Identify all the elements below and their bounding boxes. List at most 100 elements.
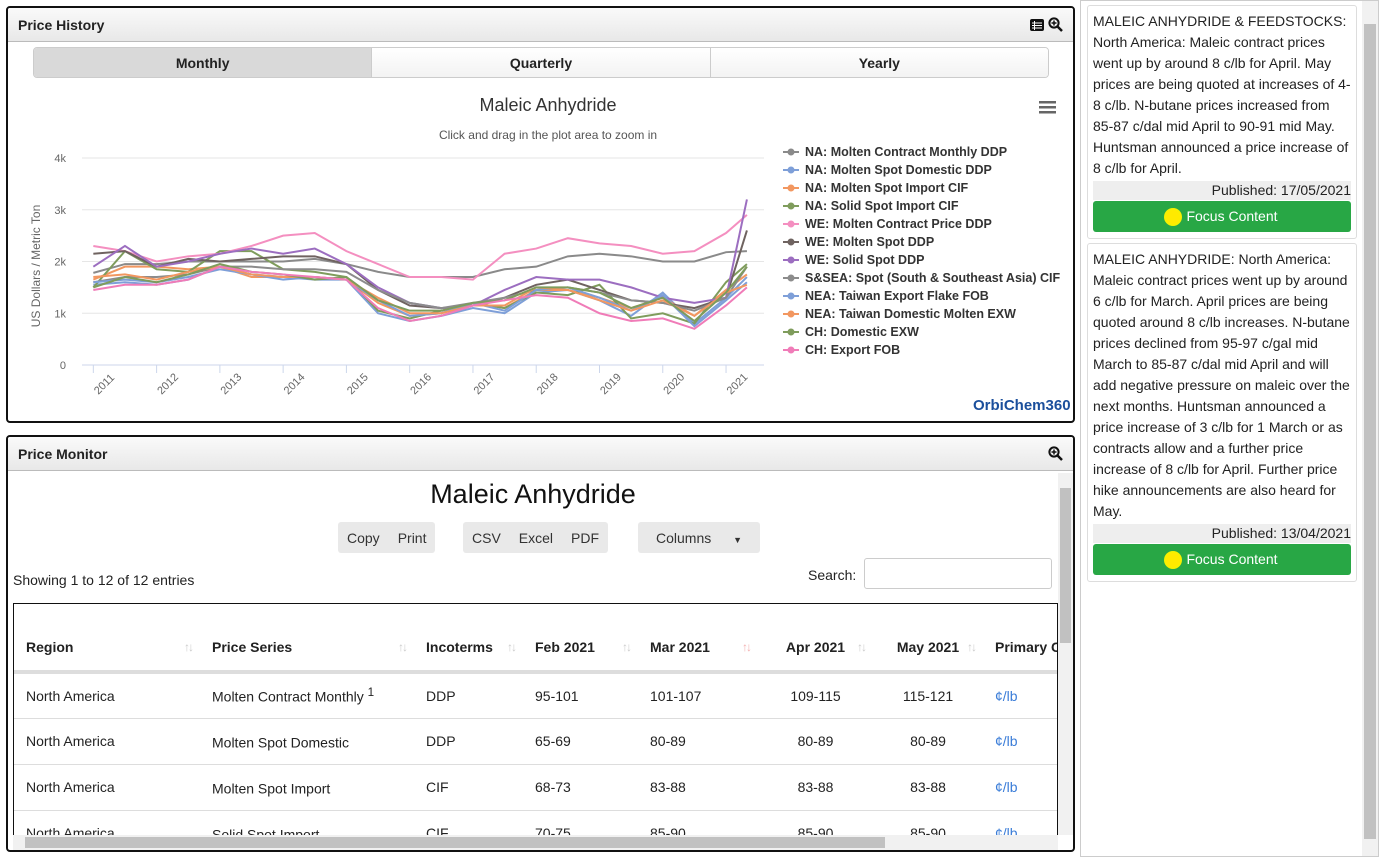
y-tick-label: 1k xyxy=(54,308,66,320)
legend-item[interactable]: CH: Export FOB xyxy=(783,341,1060,359)
chart-legend: NA: Molten Contract Monthly DDP NA: Molte… xyxy=(783,143,1060,359)
cell-may: 85-90 xyxy=(873,810,983,835)
export-group: CSV Excel PDF xyxy=(463,522,609,553)
cell-may: 80-89 xyxy=(873,718,983,765)
cell-series: Molten Spot Domestic xyxy=(200,718,414,765)
x-tick-label: 2014 xyxy=(282,371,308,397)
cell-unit-link[interactable]: ¢/lb xyxy=(983,764,1057,811)
legend-item[interactable]: WE: Molten Spot DDP xyxy=(783,233,1060,251)
col-may[interactable]: May 2021 ↑↓ xyxy=(873,604,983,674)
y-tick-label: 0 xyxy=(60,360,66,372)
table-row[interactable]: North America Molten Spot Import CIF 68-… xyxy=(14,764,1057,811)
x-tick-label: 2021 xyxy=(725,371,751,397)
x-tick-label: 2017 xyxy=(472,371,498,397)
cell-feb: 65-69 xyxy=(523,718,638,765)
col-incoterms[interactable]: Incoterms ↑↓ xyxy=(414,604,523,674)
legend-item[interactable]: WE: Solid Spot DDP xyxy=(783,251,1060,269)
x-tick-label: 2013 xyxy=(219,371,245,397)
cell-unit-link[interactable]: ¢/lb xyxy=(983,718,1057,765)
columns-label: Columns xyxy=(656,529,712,546)
legend-marker-icon xyxy=(783,166,799,174)
legend-item[interactable]: WE: Molten Contract Price DDP xyxy=(783,215,1060,233)
price-monitor-panel: Price Monitor Maleic Anhydride Copy Prin… xyxy=(6,435,1075,852)
cell-incoterms: CIF xyxy=(414,764,523,811)
legend-item[interactable]: S&SEA: Spot (South & Southeast Asia) CIF xyxy=(783,269,1060,287)
cell-mar: 80-89 xyxy=(638,718,758,765)
legend-marker-icon xyxy=(783,184,799,192)
x-tick-label: 2018 xyxy=(535,371,561,397)
y-tick-label: 3k xyxy=(54,205,66,217)
col-primary[interactable]: Primary C xyxy=(983,604,1057,674)
search-input[interactable] xyxy=(864,558,1052,589)
news-panel: MALEIC ANHYDRIDE & FEEDSTOCKS: North Ame… xyxy=(1080,0,1379,857)
cell-incoterms: CIF xyxy=(414,810,523,835)
legend-marker-icon xyxy=(783,256,799,264)
legend-item[interactable]: NEA: Taiwan Domestic Molten EXW xyxy=(783,305,1060,323)
cell-mar: 85-90 xyxy=(638,810,758,835)
cell-region: North America xyxy=(14,810,200,835)
chart-subtitle: Click and drag in the plot area to zoom … xyxy=(439,128,657,142)
search-label: Search: xyxy=(808,567,857,583)
price-table: Region ↑↓ Price Series ↑↓ Incoterms ↑↓ Feb … xyxy=(14,604,1057,835)
legend-item[interactable]: NA: Molten Spot Domestic DDP xyxy=(783,161,1060,179)
print-button[interactable]: Print xyxy=(389,530,436,546)
footnote[interactable]: 1 xyxy=(368,686,374,699)
cell-unit-link[interactable]: ¢/lb xyxy=(983,810,1057,835)
published-date: Published: 17/05/2021 xyxy=(1093,181,1351,200)
caret-down-icon: ▼ xyxy=(733,534,743,545)
sort-icon: ↑↓ xyxy=(967,640,977,654)
legend-item[interactable]: NEA: Taiwan Export Flake FOB xyxy=(783,287,1060,305)
col-price-series[interactable]: Price Series ↑↓ xyxy=(200,604,414,674)
sort-icon: ↑↓ xyxy=(857,640,867,654)
sort-icon: ↑↓ xyxy=(622,640,632,654)
focus-content-button[interactable]: Focus Content xyxy=(1093,201,1351,232)
legend-marker-icon xyxy=(783,148,799,156)
col-mar[interactable]: Mar 2021 ↑↓ xyxy=(638,604,758,674)
vertical-scrollbar[interactable] xyxy=(1058,473,1073,835)
legend-item[interactable]: CH: Domestic EXW xyxy=(783,323,1060,341)
legend-marker-icon xyxy=(783,346,799,354)
legend-item[interactable]: NA: Molten Spot Import CIF xyxy=(783,179,1060,197)
published-date: Published: 13/04/2021 xyxy=(1093,524,1351,543)
horizontal-scrollbar[interactable] xyxy=(13,835,1058,850)
col-apr[interactable]: Apr 2021 ↑↓ xyxy=(758,604,873,674)
y-axis-label: US Dollars / Metric Ton xyxy=(29,205,43,327)
copy-button[interactable]: Copy xyxy=(338,530,389,546)
legend-item[interactable]: NA: Molten Contract Monthly DDP xyxy=(783,143,1060,161)
cell-feb: 95-101 xyxy=(523,672,638,719)
cell-apr: 83-88 xyxy=(758,764,873,811)
focus-content-button[interactable]: Focus Content xyxy=(1093,544,1351,575)
table-row[interactable]: North America Solid Spot Import CIF 70-7… xyxy=(14,810,1057,835)
cell-region: North America xyxy=(14,764,200,811)
legend-item[interactable]: NA: Solid Spot Import CIF xyxy=(783,197,1060,215)
pdf-button[interactable]: PDF xyxy=(562,530,608,546)
legend-marker-icon xyxy=(783,292,799,300)
sort-icon: ↑↓ xyxy=(184,640,194,654)
cell-mar: 101-107 xyxy=(638,672,758,719)
excel-button[interactable]: Excel xyxy=(510,530,562,546)
col-region[interactable]: Region ↑↓ xyxy=(14,604,200,674)
table-row[interactable]: North America Molten Contract Monthly 1 … xyxy=(14,672,1057,719)
csv-button[interactable]: CSV xyxy=(463,530,510,546)
news-item: MALEIC ANHYDRIDE: North America: Maleic … xyxy=(1087,243,1357,582)
cell-apr: 80-89 xyxy=(758,718,873,765)
zoom-in-icon[interactable] xyxy=(1048,446,1063,461)
copy-print-group: Copy Print xyxy=(338,522,436,553)
x-tick-label: 2015 xyxy=(345,371,371,397)
monitor-heading: Maleic Anhydride xyxy=(430,479,636,509)
cell-feb: 68-73 xyxy=(523,764,638,811)
chart-menu-icon[interactable] xyxy=(1039,101,1056,114)
cell-apr: 109-115 xyxy=(758,672,873,719)
table-row[interactable]: North America Molten Spot Domestic DDP 6… xyxy=(14,718,1057,765)
columns-button[interactable]: Columns ▼ xyxy=(638,522,761,553)
cell-incoterms: DDP xyxy=(414,718,523,765)
series-line[interactable] xyxy=(92,199,748,310)
news-scrollbar[interactable] xyxy=(1362,1,1378,856)
cell-unit-link[interactable]: ¢/lb xyxy=(983,672,1057,719)
legend-marker-icon xyxy=(783,310,799,318)
col-feb[interactable]: Feb 2021 ↑↓ xyxy=(523,604,638,674)
cell-incoterms: DDP xyxy=(414,672,523,719)
sun-icon xyxy=(1166,209,1181,224)
legend-marker-icon xyxy=(783,220,799,228)
legend-marker-icon xyxy=(783,238,799,246)
